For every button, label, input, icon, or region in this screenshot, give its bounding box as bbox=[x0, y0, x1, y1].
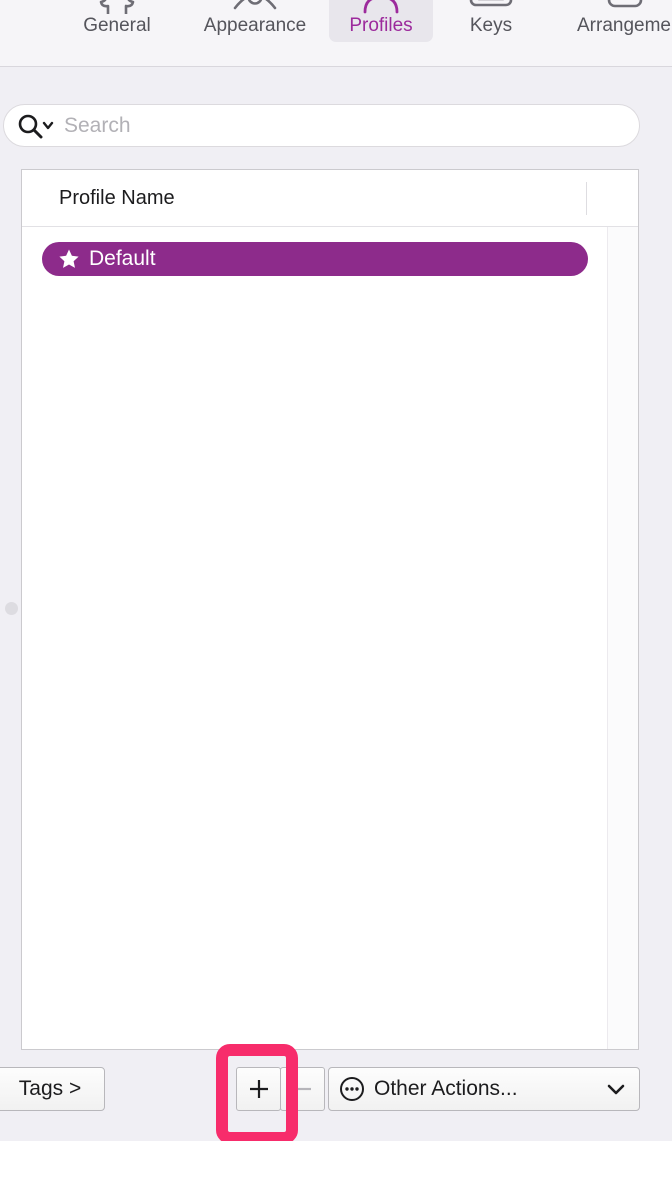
tab-arrangement-label: Arrangeme bbox=[577, 15, 671, 36]
tags-button[interactable]: Tags > bbox=[0, 1067, 105, 1111]
gear-icon bbox=[96, 0, 138, 16]
star-icon bbox=[58, 248, 80, 270]
table-header: Profile Name bbox=[22, 170, 638, 227]
preferences-window: General Appearance Profiles Keys Arrange… bbox=[0, 0, 672, 1141]
other-actions-dropdown[interactable]: Other Actions... bbox=[328, 1067, 640, 1111]
column-header-profile-name[interactable]: Profile Name bbox=[59, 187, 175, 210]
remove-profile-button[interactable] bbox=[280, 1067, 325, 1111]
tab-keys[interactable]: Keys bbox=[441, 0, 541, 42]
profiles-table: Profile Name Default bbox=[21, 169, 639, 1050]
table-row-label: Default bbox=[89, 247, 156, 270]
search-icon[interactable] bbox=[17, 113, 55, 139]
tab-appearance-label: Appearance bbox=[203, 15, 307, 36]
plus-icon bbox=[249, 1080, 268, 1098]
minus-icon bbox=[294, 1087, 311, 1091]
eye-icon bbox=[232, 0, 278, 14]
search-input[interactable]: Search bbox=[3, 104, 640, 147]
tags-button-label: Tags > bbox=[18, 1077, 82, 1100]
tab-arrangement[interactable]: Arrangeme bbox=[549, 0, 672, 42]
other-actions-label: Other Actions... bbox=[374, 1077, 518, 1100]
preferences-toolbar: General Appearance Profiles Keys Arrange… bbox=[0, 0, 672, 67]
tab-general-label: General bbox=[83, 15, 151, 36]
tab-keys-label: Keys bbox=[469, 15, 513, 36]
arrangement-icon bbox=[599, 0, 649, 14]
ellipsis-circle-icon bbox=[339, 1076, 365, 1102]
bottom-toolbar: Tags > Other Actions... bbox=[0, 1061, 672, 1125]
vertical-scrollbar[interactable] bbox=[607, 227, 638, 1049]
table-row[interactable]: Default bbox=[42, 242, 588, 276]
keyboard-icon bbox=[468, 0, 514, 14]
add-profile-button[interactable] bbox=[236, 1067, 281, 1111]
tab-appearance[interactable]: Appearance bbox=[183, 0, 327, 42]
search-placeholder: Search bbox=[64, 113, 131, 137]
chevron-down-icon bbox=[606, 1082, 626, 1096]
search-row: Search bbox=[0, 104, 672, 149]
column-divider[interactable] bbox=[586, 182, 587, 215]
tab-profiles-label: Profiles bbox=[349, 15, 413, 36]
table-body: Default bbox=[22, 227, 638, 1049]
tab-profiles[interactable]: Profiles bbox=[329, 0, 433, 42]
split-resize-handle[interactable] bbox=[5, 602, 18, 615]
tab-general[interactable]: General bbox=[55, 0, 179, 42]
profile-icon bbox=[359, 0, 403, 14]
